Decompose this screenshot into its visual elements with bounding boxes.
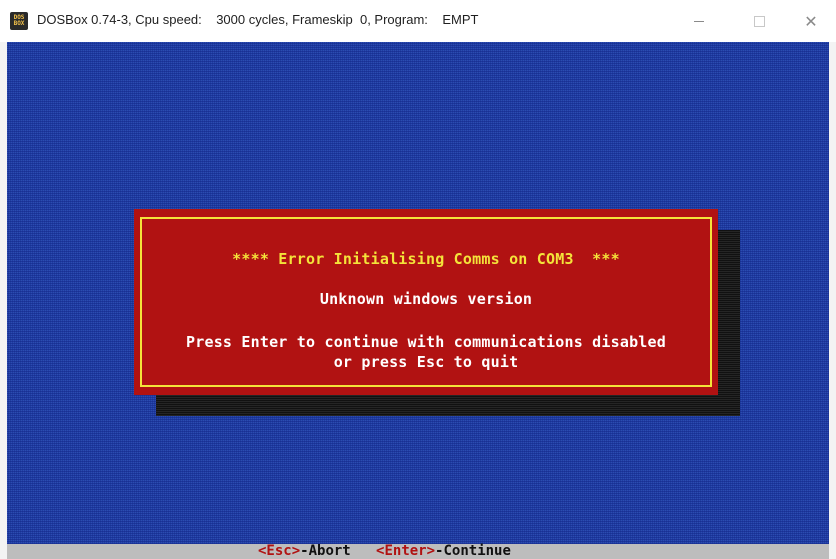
key-hint-bar: <Esc>-Abort <Enter>-Continue xyxy=(7,544,829,559)
maximize-icon xyxy=(753,15,765,27)
dosbox-app-icon[interactable]: DOS BOX xyxy=(10,12,28,30)
error-message: **** Error Initialising Comms on COM3 **… xyxy=(232,250,620,268)
minimize-icon xyxy=(694,20,704,22)
maximize-button[interactable] xyxy=(736,0,782,42)
unknown-version-message: Unknown windows version xyxy=(319,290,533,308)
instruction-line-2: or press Esc to quit xyxy=(333,353,519,371)
abort-action-label: -Abort xyxy=(300,543,351,559)
close-button[interactable]: ✕ xyxy=(788,0,834,42)
error-dialog: **** Error Initialising Comms on COM3 **… xyxy=(134,209,718,395)
continue-action-label: -Continue xyxy=(435,543,511,559)
minimize-button[interactable] xyxy=(676,0,722,42)
title-bar[interactable]: DOS BOX DOSBox 0.74-3, Cpu speed: 3000 c… xyxy=(0,0,836,42)
app-icon-bottom-text: BOX xyxy=(13,20,25,27)
dosbox-window: DOS BOX DOSBox 0.74-3, Cpu speed: 3000 c… xyxy=(0,0,836,559)
window-title: DOSBox 0.74-3, Cpu speed: 3000 cycles, F… xyxy=(37,12,479,27)
enter-key-hint[interactable]: <Enter> xyxy=(376,543,435,559)
instruction-line-1: Press Enter to continue with communicati… xyxy=(186,333,666,351)
esc-key-hint[interactable]: <Esc> xyxy=(258,543,300,559)
key-hints: <Esc>-Abort <Enter>-Continue xyxy=(258,544,511,559)
close-icon: ✕ xyxy=(804,11,818,31)
